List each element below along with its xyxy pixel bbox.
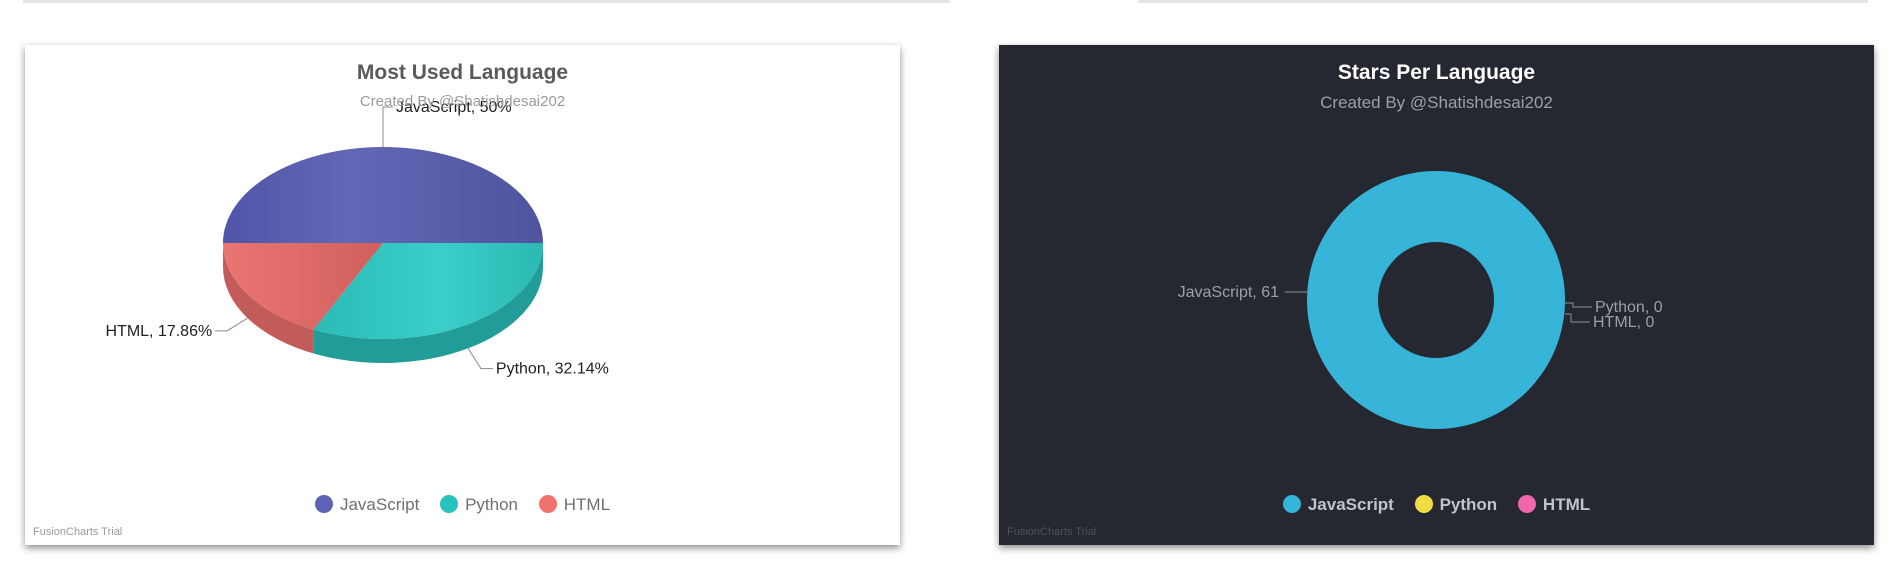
- doughnut-slice[interactable]: [1307, 171, 1565, 429]
- label-leader-line: [467, 348, 493, 370]
- legend-item-javascript[interactable]: JavaScript: [314, 495, 420, 515]
- chart-subtitle: Created By @Shatishdesai202: [1320, 93, 1553, 112]
- chart-title: Stars Per Language: [1337, 61, 1536, 84]
- label-leader-line: [1565, 302, 1592, 308]
- legend-swatch-icon: [1414, 495, 1433, 513]
- stars-per-language-chart-card: JavaScript, 61 Python, 0 HTML, 0 Stars Per…: [999, 45, 1874, 545]
- most-used-language-chart-card: JavaScript, 50% Python, 32.14% HTML, 17.86…: [25, 45, 900, 545]
- watermark: FusionCharts Trial: [33, 526, 123, 538]
- chart-subtitle: Created By @Shatishdesai202: [359, 93, 566, 110]
- chart-title: Most Used Language: [356, 61, 569, 84]
- legend-swatch-icon: [1282, 495, 1301, 513]
- legend-swatch-icon: [440, 495, 459, 513]
- legend-swatch-icon: [1517, 495, 1536, 513]
- data-label: JavaScript, 61: [1178, 284, 1279, 301]
- label-leader-line: [382, 106, 393, 147]
- legend-swatch-icon: [314, 495, 333, 513]
- legend-label: JavaScript: [339, 495, 420, 514]
- legend-item-html[interactable]: HTML: [1517, 495, 1591, 515]
- most-used-language-pie-svg: JavaScript, 50%Python, 32.14%HTML, 17.86…: [105, 99, 609, 378]
- legend-item-python[interactable]: Python: [440, 495, 518, 515]
- data-label: HTML, 0: [1593, 314, 1654, 331]
- top-divider-right: [1138, 0, 1868, 3]
- top-divider-left: [23, 0, 950, 3]
- legend: JavaScript Python HTML: [999, 495, 1874, 515]
- legend-label: Python: [1439, 495, 1498, 514]
- legend-swatch-icon: [538, 495, 557, 513]
- legend-label: HTML: [563, 495, 611, 514]
- legend-item-html[interactable]: HTML: [538, 495, 611, 515]
- stars-per-language-doughnut-svg: JavaScript, 61Python, 0HTML, 0: [1178, 171, 1663, 429]
- legend-item-python[interactable]: Python: [1414, 495, 1498, 515]
- legend-label: JavaScript: [1307, 495, 1394, 514]
- data-label: Python, 32.14%: [496, 361, 609, 378]
- label-leader-line: [215, 317, 248, 332]
- legend: JavaScript Python HTML: [25, 495, 900, 515]
- legend-label: HTML: [1542, 495, 1591, 514]
- legend-label: Python: [465, 495, 519, 514]
- watermark: FusionCharts Trial: [1007, 526, 1097, 538]
- legend-item-javascript[interactable]: JavaScript: [1282, 495, 1394, 515]
- label-leader-line: [1565, 313, 1590, 323]
- data-label: HTML, 17.86%: [105, 323, 212, 340]
- pie-slice[interactable]: [223, 147, 543, 243]
